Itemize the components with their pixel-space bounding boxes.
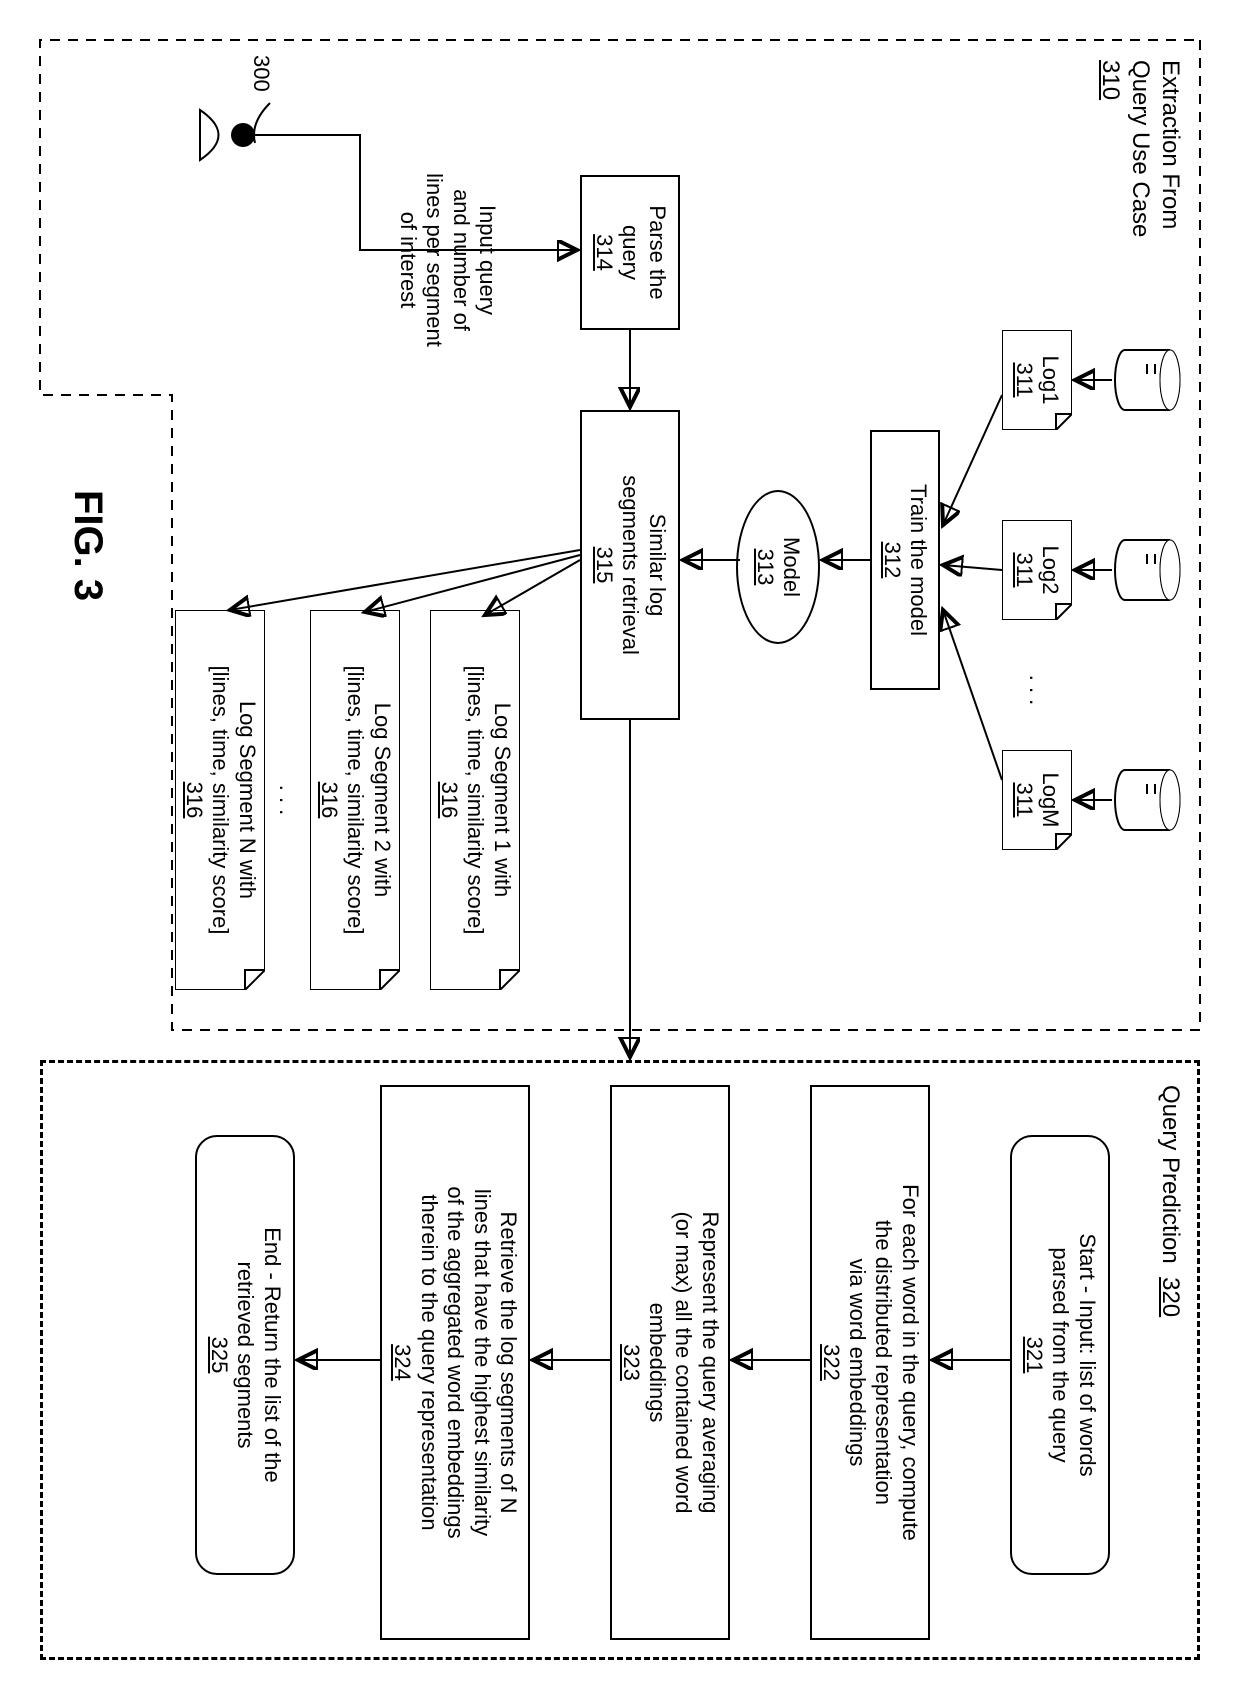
right-title: Query Prediction 320	[1155, 1085, 1185, 1317]
figure-label: FIG. 3	[65, 490, 110, 601]
log-doc-1: Log1311	[1002, 330, 1072, 430]
left-title: Extraction From Query Use Case 310	[1095, 60, 1185, 237]
step-322: For each word in the query, compute the …	[810, 1085, 930, 1640]
segment-ellipsis: . . .	[274, 770, 300, 830]
log-ellipsis: . . .	[1024, 660, 1050, 720]
step-323: Represent the query averaging (or max) a…	[610, 1085, 730, 1640]
log-doc-2: Log2311	[1002, 520, 1072, 620]
user-ref: 300	[245, 55, 275, 148]
segment-1: Log Segment 1 with [lines, time, similar…	[430, 610, 520, 990]
step-325: End - Return the list of the retrieved s…	[195, 1135, 295, 1575]
retrieval-box: Similar log segments retrieval 315	[580, 410, 680, 720]
segment-N: Log Segment N with [lines, time, similar…	[175, 610, 265, 990]
log-doc-M: LogM311	[1002, 750, 1072, 850]
step-324: Retrieve the log segments of N lines tha…	[380, 1085, 530, 1640]
parse-box: Parse the query 314	[580, 175, 680, 330]
segment-2: Log Segment 2 with [lines, time, similar…	[310, 610, 400, 990]
model-node: Model 313	[736, 490, 820, 644]
user-input-label: Input query and number of lines per segm…	[394, 170, 500, 350]
train-box: Train the model 312	[870, 430, 940, 690]
step-321: Start - Input: list of words parsed from…	[1010, 1135, 1110, 1575]
